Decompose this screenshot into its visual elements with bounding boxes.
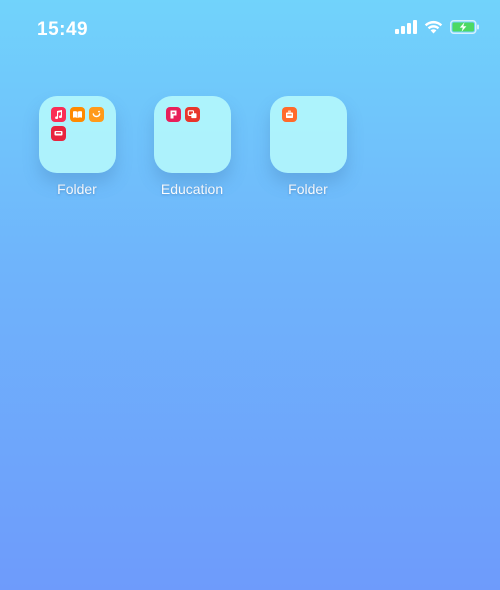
folder-3[interactable]: Folder [258,96,358,197]
folder-label: Folder [288,181,328,197]
folder-label: Education [160,181,224,197]
status-icons [395,20,480,34]
folder-label: Folder [57,181,97,197]
music-app-icon [50,107,66,122]
orange-app-icon [281,107,297,122]
wifi-icon [424,20,443,34]
folder-tile[interactable] [153,96,231,173]
cellular-signal-icon [395,20,417,34]
folder-1[interactable]: Folder [27,96,127,197]
folder-tile[interactable] [38,96,116,173]
folder-tile[interactable] [269,96,347,173]
status-time: 15:49 [37,19,89,40]
translate-app-icon [184,107,200,122]
red-app-icon [50,126,66,141]
folder-education[interactable]: Education [142,96,242,197]
smile-app-icon [88,107,104,122]
books-app-icon [69,107,85,122]
battery-charging-icon [450,20,479,34]
status-bar: 15:49 [0,0,500,60]
e-app-icon [165,107,181,122]
